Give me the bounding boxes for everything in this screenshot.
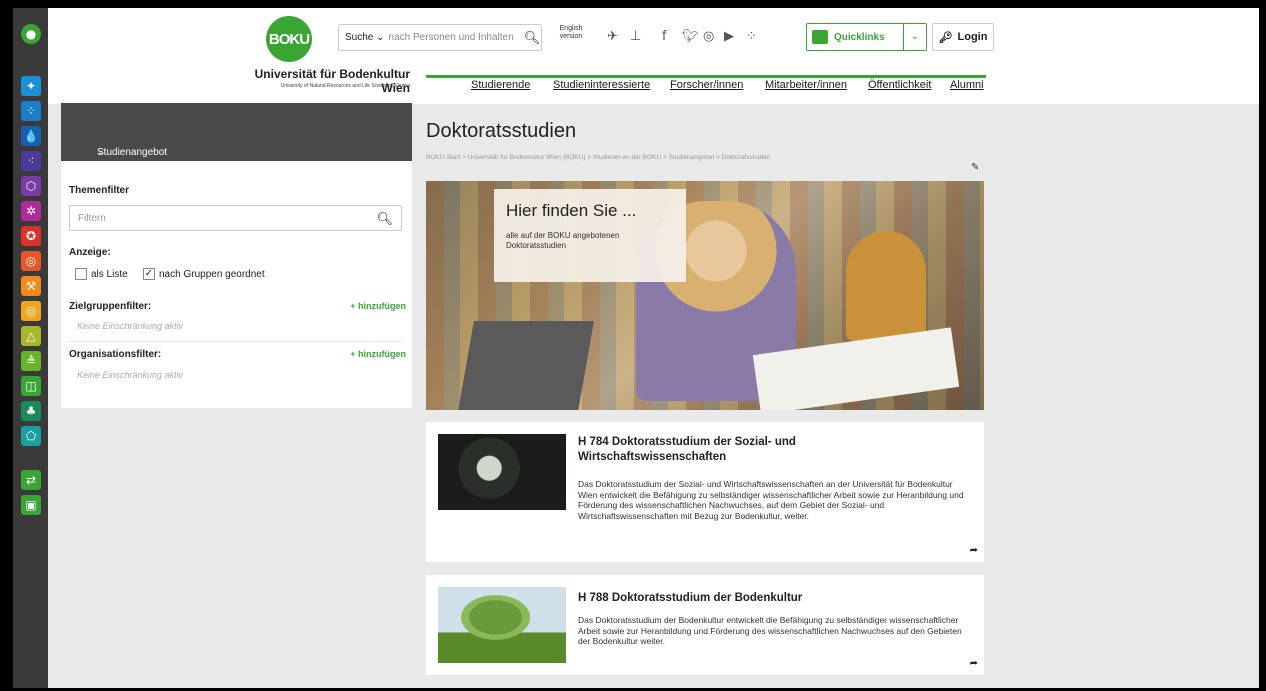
spiral-icon[interactable]: ◎ [21, 301, 41, 321]
hero-text: alle auf der BOKU angebotenen Doktoratss… [506, 231, 620, 250]
zielgruppenfilter-label: Zielgruppenfilter: [69, 301, 152, 312]
search-type-select[interactable]: Suche ⌄ [339, 32, 389, 43]
zielgruppen-none-text: Keine Einschränkung aktiv [77, 321, 184, 331]
card-title[interactable]: H 784 Doktoratsstudium der Sozial- und W… [578, 435, 868, 465]
back-label: Studienangebot [97, 147, 168, 158]
search-input[interactable]: nach Personen und Inhalten [389, 32, 523, 43]
tree-icon[interactable]: ♣ [21, 401, 41, 421]
quicklinks-icon [812, 30, 828, 44]
paper-plane-icon[interactable]: ✈ [607, 29, 618, 44]
molecule-icon[interactable]: ✲ [21, 201, 41, 221]
quicklinks-label: Quicklinks [834, 31, 885, 43]
card-thumbnail [438, 587, 566, 663]
organisation-add-link[interactable]: + hinzufügen [350, 349, 406, 359]
login-label: Login [957, 31, 988, 43]
search-icon[interactable]: 🔍︎ [523, 30, 541, 46]
anzeige-label: Anzeige: [69, 247, 111, 258]
nav-alumni[interactable]: Alumni [950, 79, 984, 91]
login-button[interactable]: 🔑︎ Login [932, 23, 994, 51]
nav-oeffentlichkeit[interactable]: Öffentlichkeit [868, 79, 931, 91]
nach-gruppen-option[interactable]: ✓ nach Gruppen geordnet [143, 268, 265, 280]
card-description: Das Doktoratsstudium der Sozial- und Wir… [578, 479, 964, 521]
card-arrow-icon[interactable]: ➦ [970, 658, 978, 669]
target-icon[interactable]: ◎ [21, 251, 41, 271]
hero-heading: Hier finden Sie ... [506, 201, 637, 220]
back-to-studienangebot[interactable]: ← Studienangebot [61, 103, 412, 161]
transfer-icon[interactable]: ⇄ [21, 470, 41, 490]
hero-image-detail [846, 231, 926, 341]
filter-panel: Themenfilter Filtern 🔍︎ Anzeige: als Lis… [61, 161, 412, 408]
drops-icon[interactable]: 💧 [21, 126, 41, 146]
card-arrow-icon[interactable]: ➦ [970, 545, 978, 556]
hero-caption: Hier finden Sie ... alle auf der BOKU an… [494, 189, 686, 282]
stack-icon[interactable]: ≜ [21, 351, 41, 371]
flickr-icon[interactable]: ⁘ [746, 29, 757, 44]
leaf-icon[interactable]: ◫ [21, 376, 41, 396]
nav-studieninteressierte[interactable]: Studieninteressierte [553, 79, 650, 91]
edit-icon[interactable]: ✎ [971, 162, 979, 173]
chevron-down-icon[interactable]: ⌄ [903, 24, 926, 50]
key-icon: 🔑︎ [938, 31, 953, 44]
youtube-icon[interactable]: ▶ [724, 29, 734, 44]
polygon-icon[interactable]: ⬠ [21, 426, 41, 446]
tools-icon[interactable]: ⚒ [21, 276, 41, 296]
boku-logo[interactable]: BOKU [266, 16, 312, 62]
hexagon-icon[interactable]: ⬡ [21, 176, 41, 196]
quicklinks-button[interactable]: Quicklinks ⌄ [806, 23, 927, 51]
dots-icon[interactable]: ⁘ [21, 101, 41, 121]
cell-icon[interactable]: ✦ [21, 76, 41, 96]
als-liste-checkbox[interactable] [75, 268, 87, 280]
program-card[interactable]: H 784 Doktoratsstudium der Sozial- und W… [426, 422, 984, 562]
page-title: Doktoratsstudien [426, 120, 577, 142]
breadcrumb[interactable]: BOKU-Start > Universität für Bodenkultur… [426, 154, 770, 161]
themenfilter-label: Themenfilter [69, 185, 130, 196]
bookmark-icon[interactable]: ▣ [21, 495, 41, 515]
hero-image-laptop [458, 321, 594, 410]
card-title[interactable]: H 788 Doktoratsstudium der Bodenkultur [578, 591, 968, 606]
facebook-icon[interactable]: f [662, 29, 667, 44]
instagram-icon[interactable]: ◎ [703, 29, 714, 44]
card-description: Das Doktoratsstudium der Bodenkultur ent… [578, 615, 962, 646]
divider [69, 341, 402, 342]
filter-input[interactable]: Filtern 🔍︎ [69, 205, 402, 231]
browser-viewport: ● ✦ ⁘ 💧 ⁖ ⬡ ✲ ✪ ◎ ⚒ ◎ △ ≜ ◫ ♣ ⬠ ⇄ ▣ BOKU… [13, 8, 1259, 688]
program-card[interactable]: H 788 Doktoratsstudium der Bodenkultur D… [426, 575, 984, 675]
organisation-none-text: Keine Einschränkung aktiv [77, 370, 184, 380]
nav-mitarbeiter[interactable]: Mitarbeiter/innen [765, 79, 847, 91]
university-subtitle: University of Natural Resources and Life… [280, 83, 410, 89]
sitemap-icon[interactable]: ⊥ [630, 29, 641, 44]
boku-home-icon[interactable]: ● [21, 24, 41, 44]
english-version-link[interactable]: English version [554, 25, 588, 41]
filter-placeholder: Filtern [78, 213, 106, 224]
search-icon[interactable]: 🔍︎ [376, 206, 393, 232]
nach-gruppen-label: nach Gruppen geordnet [159, 268, 265, 280]
wheel-icon[interactable]: ✪ [21, 226, 41, 246]
nav-studierende[interactable]: Studierende [471, 79, 530, 91]
nav-divider [426, 75, 986, 78]
scatter-icon[interactable]: ⁖ [21, 151, 41, 171]
hero-banner: Hier finden Sie ... alle auf der BOKU an… [426, 181, 984, 410]
nach-gruppen-checkbox[interactable]: ✓ [143, 268, 155, 280]
site-header: BOKU Universität für Bodenkultur Wien Un… [48, 8, 1259, 104]
organisationsfilter-label: Organisationsfilter: [69, 349, 162, 360]
als-liste-option[interactable]: als Liste [75, 268, 128, 280]
university-name: Universität für Bodenkultur Wien [254, 67, 410, 95]
faculty-rail: ● ✦ ⁘ 💧 ⁖ ⬡ ✲ ✪ ◎ ⚒ ◎ △ ≜ ◫ ♣ ⬠ ⇄ ▣ [13, 8, 48, 688]
zielgruppen-add-link[interactable]: + hinzufügen [350, 301, 406, 311]
triangle-icon[interactable]: △ [21, 326, 41, 346]
card-thumbnail [438, 434, 566, 510]
search-box[interactable]: Suche ⌄ nach Personen und Inhalten 🔍︎ [338, 24, 542, 51]
nav-forscher[interactable]: Forscher/innen [670, 79, 743, 91]
als-liste-label: als Liste [91, 268, 128, 280]
twitter-icon[interactable]: 🐦︎ [682, 29, 699, 44]
